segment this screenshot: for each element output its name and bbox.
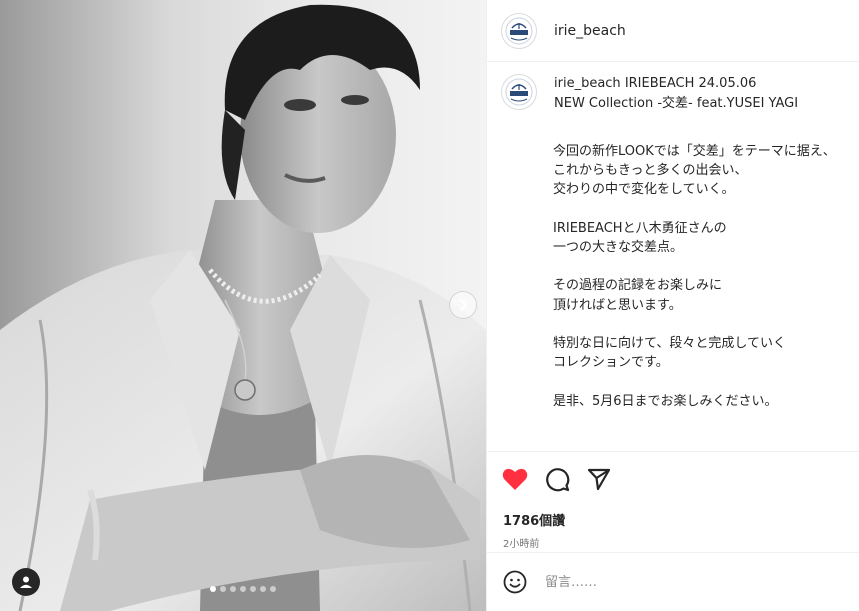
caption-header: irie_beach IRIEBEACH 24.05.06 NEW Collec… [487, 62, 859, 114]
user-icon [20, 576, 32, 588]
avatar[interactable] [501, 12, 537, 49]
like-count[interactable]: 1786個讚 [503, 510, 859, 529]
carousel-dot [230, 586, 236, 592]
caption-avatar[interactable] [501, 74, 537, 110]
comment-icon [546, 468, 570, 492]
iriebeach-logo-icon [505, 78, 533, 106]
next-image-button[interactable] [449, 291, 477, 319]
post-timestamp[interactable]: 2小時前 [503, 535, 859, 550]
carousel-indicator [210, 586, 276, 592]
share-button[interactable] [585, 465, 613, 493]
caption-body: 今回の新作LOOKでは「交差」をテーマに据え、 これからもきっと多くの出会い、 … [553, 144, 836, 409]
iriebeach-logo-icon [505, 17, 533, 44]
comment-bar [487, 552, 859, 611]
carousel-dot [270, 586, 276, 592]
chevron-right-icon [460, 299, 467, 311]
comment-input[interactable] [543, 573, 827, 591]
portrait-photo-illustration [0, 4, 486, 611]
like-button[interactable] [501, 465, 529, 493]
post-header: irie_beach [487, 0, 859, 62]
paper-plane-icon [587, 468, 611, 491]
post-actions: 1786個讚 2小時前 [487, 451, 859, 550]
carousel-dot [240, 586, 246, 592]
carousel-dot [250, 586, 256, 592]
carousel-dot [220, 586, 226, 592]
action-icons [487, 452, 859, 494]
comment-button[interactable] [543, 465, 571, 493]
caption-username[interactable]: irie_beach [554, 76, 621, 91]
caption-area: irie_beach IRIEBEACH 24.05.06 NEW Collec… [487, 62, 859, 452]
carousel-dot [210, 586, 216, 592]
carousel-dot [260, 586, 266, 592]
heart-filled-icon [502, 468, 528, 490]
instagram-post-dialog: irie_beach irie_beach IRIEBEACH 24.05.06… [0, 0, 859, 611]
post-photo[interactable] [0, 0, 486, 611]
header-username[interactable]: irie_beach [554, 23, 626, 39]
caption-headline: irie_beach IRIEBEACH 24.05.06 NEW Collec… [554, 74, 798, 114]
post-side-panel: irie_beach irie_beach IRIEBEACH 24.05.06… [486, 0, 859, 611]
caption-headline-line1: IRIEBEACH 24.05.06 [624, 76, 757, 91]
tagged-users-button[interactable] [12, 568, 40, 596]
emoji-button[interactable] [501, 568, 529, 596]
caption-headline-line2: NEW Collection -交差- feat.YUSEI YAGI [554, 96, 799, 111]
emoji-smile-icon [503, 570, 527, 594]
